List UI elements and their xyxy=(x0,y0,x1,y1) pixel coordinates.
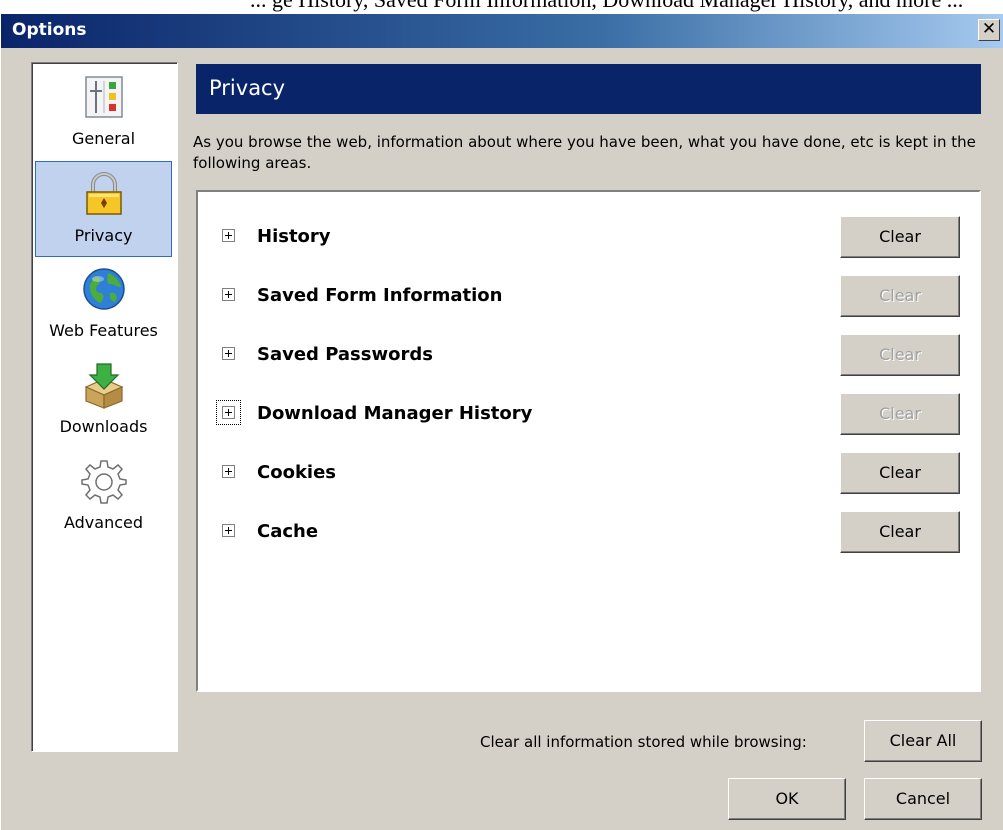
panel-description: As you browse the web, information about… xyxy=(193,133,976,172)
clear-history-button[interactable]: Clear xyxy=(840,216,960,258)
expand-icon[interactable] xyxy=(222,406,235,419)
options-dialog: Options ✕ General Privacy Web Features D… xyxy=(0,14,1003,830)
clear-saved-passwords-button[interactable]: Clear xyxy=(840,334,960,376)
expand-icon[interactable] xyxy=(222,465,235,478)
sidebar-item-web-features[interactable]: Web Features xyxy=(35,257,172,353)
sliders-icon xyxy=(84,76,123,118)
privacy-item-label: Saved Passwords xyxy=(257,344,433,365)
clear-all-label: Clear all information stored while brows… xyxy=(480,733,807,751)
expand-icon[interactable] xyxy=(222,288,235,301)
privacy-row-history: History Clear xyxy=(198,214,978,258)
clear-cookies-button[interactable]: Clear xyxy=(840,452,960,494)
clear-download-manager-history-button[interactable]: Clear xyxy=(840,393,960,435)
globe-icon xyxy=(82,268,125,310)
gear-icon xyxy=(80,460,127,504)
privacy-item-list: History Clear Saved Form Information Cle… xyxy=(196,190,981,692)
privacy-item-label: Cache xyxy=(257,521,319,542)
sidebar-item-label: General xyxy=(71,129,136,148)
background-strip: ... ge History, Saved Form Information, … xyxy=(0,0,1003,14)
window-title: Options xyxy=(12,20,87,40)
sidebar-item-advanced[interactable]: Advanced xyxy=(35,449,172,545)
privacy-item-label: Saved Form Information xyxy=(257,285,503,306)
clear-all-button[interactable]: Clear All xyxy=(864,720,982,762)
expand-icon[interactable] xyxy=(222,229,235,242)
privacy-item-label: Cookies xyxy=(257,462,337,483)
clear-saved-form-information-button[interactable]: Clear xyxy=(840,275,960,317)
sidebar-item-label: Advanced xyxy=(63,513,144,532)
background-text: ... ge History, Saved Form Information, … xyxy=(250,0,963,13)
privacy-row-cache: Cache Clear xyxy=(198,509,978,553)
title-bar[interactable]: Options ✕ xyxy=(0,14,1003,48)
close-button[interactable]: ✕ xyxy=(978,19,1000,41)
clear-cache-button[interactable]: Clear xyxy=(840,511,960,553)
privacy-row-saved-form-information: Saved Form Information Clear xyxy=(198,273,978,317)
padlock-icon xyxy=(85,172,122,215)
category-list: General Privacy Web Features Downloads A… xyxy=(31,62,178,752)
cancel-button[interactable]: Cancel xyxy=(864,778,982,820)
sidebar-item-label: Web Features xyxy=(49,321,158,340)
sidebar-item-label: Privacy xyxy=(74,226,133,245)
download-box-icon xyxy=(84,363,123,409)
privacy-row-cookies: Cookies Clear xyxy=(198,450,978,494)
panel-header: Privacy xyxy=(196,64,981,114)
panel-title: Privacy xyxy=(209,76,286,100)
expand-icon[interactable] xyxy=(222,347,235,360)
sidebar-item-general[interactable]: General xyxy=(35,65,172,161)
sidebar-item-label: Downloads xyxy=(59,417,148,436)
ok-button[interactable]: OK xyxy=(728,778,846,820)
privacy-item-label: History xyxy=(257,226,331,247)
privacy-row-saved-passwords: Saved Passwords Clear xyxy=(198,332,978,376)
privacy-item-label: Download Manager History xyxy=(257,403,533,424)
expand-icon[interactable] xyxy=(222,524,235,537)
sidebar-item-downloads[interactable]: Downloads xyxy=(35,353,172,449)
page: ... ge History, Saved Form Information, … xyxy=(0,0,1003,830)
sidebar-item-privacy[interactable]: Privacy xyxy=(35,161,172,257)
privacy-row-download-manager-history: Download Manager History Clear xyxy=(198,391,978,435)
